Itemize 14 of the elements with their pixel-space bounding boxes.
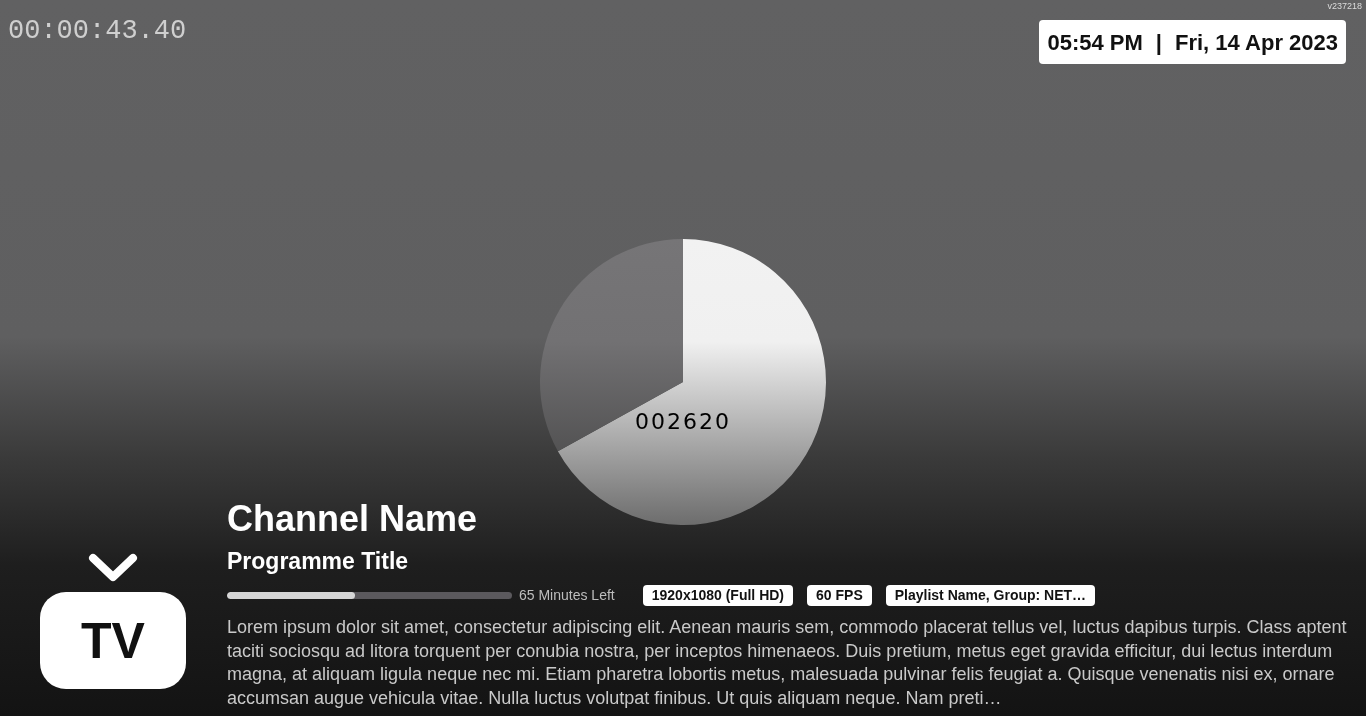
clock-date: Fri, 14 Apr 2023 — [1174, 28, 1338, 57]
tv-logo: TV — [40, 552, 186, 689]
time-left-text: 65 Minutes Left — [519, 586, 615, 604]
info-tag: 1920x1080 (Full HD) — [642, 584, 794, 606]
info-tag: 60 FPS — [807, 584, 872, 606]
clock-separator: | — [1155, 28, 1162, 57]
programme-title: Programme Title — [227, 547, 409, 575]
timecode: 00:00:43.40 — [8, 16, 187, 46]
version-text: v237218 — [1327, 1, 1362, 11]
clock-time: 05:54 PM — [1047, 28, 1143, 57]
channel-name: Channel Name — [227, 499, 478, 539]
frame-counter: 002620 — [634, 410, 732, 434]
info-tag: Playlist Name, Group: NET… — [885, 584, 1096, 606]
programme-description: Lorem ipsum dolor sit amet, consectetur adipiscing elit. Aenean mauris sem, commodo placerat tellus vel, luctus dapibus turpis. Class aptent taciti sociosqu ad litora torquent per conubia nostra, per inceptos himenaeos. Duis pretium, metus eget gravida efficitur, dui lectus interdum magna, at aliquam ligula neque nec mi. Etiam pharetra lobortis metus, malesuada pulvinar felis feugiat a. Quisque venenatis nisi ex, ornare accumsan augue vehicula vitae. Nulla luctus volutpat finibus. Ut quis aliquam neque. Nam preti… — [227, 616, 1348, 710]
